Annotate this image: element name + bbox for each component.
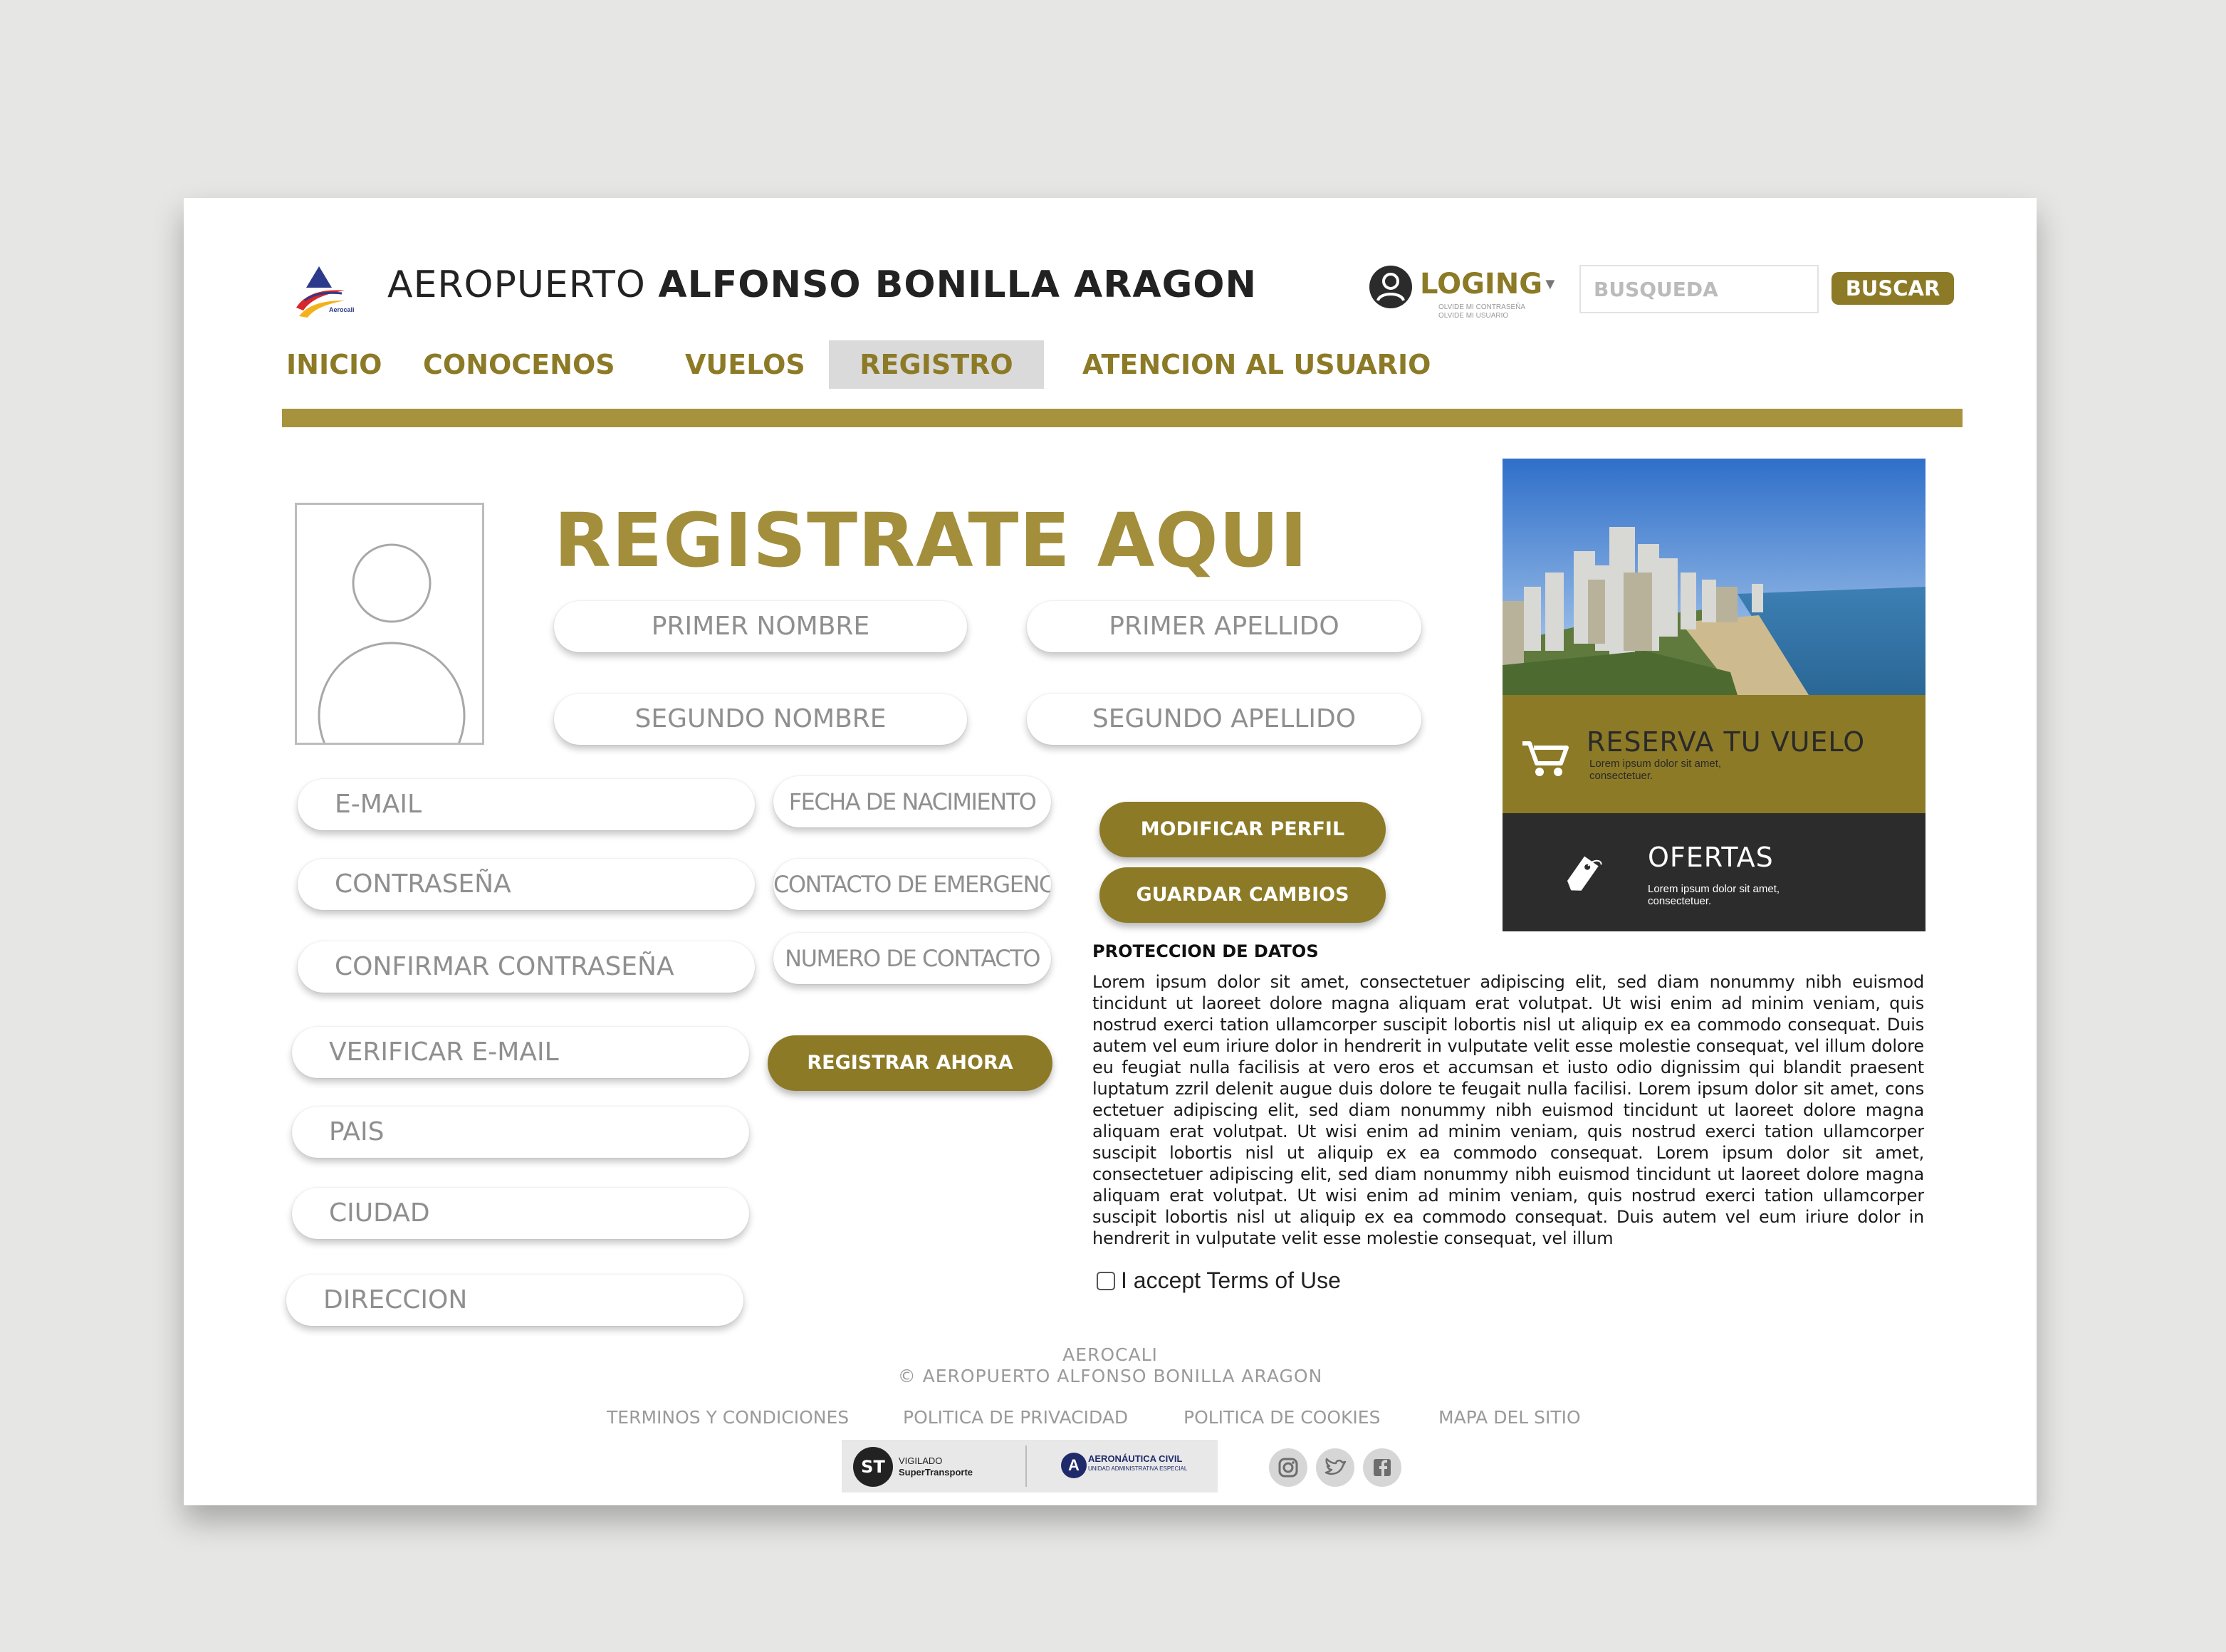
- registrar-ahora-button[interactable]: REGISTRAR AHORA: [768, 1035, 1052, 1091]
- reserva-vuelo-text: Lorem ipsum dolor sit amet, consectetuer…: [1589, 758, 1721, 782]
- aeronautica-line-2: UNIDAD ADMINISTRATIVA ESPECIAL: [1088, 1465, 1188, 1472]
- guardar-cambios-button[interactable]: GUARDAR CAMBIOS: [1099, 867, 1386, 923]
- login-recovery-links[interactable]: OLVIDE MI CONTRASEÑA OLVIDE MI USUARIO: [1438, 303, 1525, 320]
- forgot-user-link[interactable]: OLVIDE MI USUARIO: [1438, 312, 1525, 320]
- primer-nombre-input[interactable]: PRIMER NOMBRE: [554, 601, 967, 652]
- site-title-bold: ALFONSO BONILLA ARAGON: [658, 263, 1257, 306]
- ofertas-text: Lorem ipsum dolor sit amet, consectetuer…: [1648, 883, 1780, 907]
- avatar-placeholder-icon: [318, 543, 466, 743]
- segundo-apellido-input[interactable]: SEGUNDO APELLIDO: [1027, 694, 1421, 745]
- nav-conocenos[interactable]: CONOCENOS: [423, 340, 615, 389]
- data-protection-text: Lorem ipsum dolor sit amet, consectetuer…: [1092, 972, 1924, 1248]
- site-title: AEROPUERTO ALFONSO BONILLA ARAGON: [387, 263, 1257, 306]
- numero-contacto-input[interactable]: NUMERO DE CONTACTO: [773, 933, 1051, 984]
- nav-atencion-usuario[interactable]: ATENCION AL USUARIO: [1082, 340, 1431, 389]
- avatar-upload[interactable]: [295, 503, 484, 745]
- login-link[interactable]: LOGING: [1420, 268, 1542, 300]
- supertransporte-line-1: VIGILADO: [899, 1455, 943, 1466]
- modificar-perfil-button[interactable]: MODIFICAR PERFIL: [1099, 802, 1386, 857]
- pais-input[interactable]: PAIS: [292, 1107, 749, 1158]
- user-icon[interactable]: [1369, 265, 1413, 309]
- ofertas-title: OFERTAS: [1648, 842, 1774, 873]
- city-photo: [1503, 459, 1925, 695]
- footer-link-privacidad[interactable]: POLITICA DE PRIVACIDAD: [903, 1407, 1128, 1428]
- supertransporte-text: VIGILADO SuperTransporte: [899, 1455, 973, 1478]
- nav-registro[interactable]: REGISTRO: [829, 340, 1044, 389]
- email-input[interactable]: E-MAIL: [298, 779, 755, 830]
- footer-link-mapa[interactable]: MAPA DEL SITIO: [1438, 1407, 1581, 1428]
- header-divider: [282, 409, 1963, 427]
- aeronautica-logo-icon: A: [1061, 1453, 1087, 1478]
- facebook-icon[interactable]: [1363, 1448, 1401, 1487]
- forgot-password-link[interactable]: OLVIDE MI CONTRASEÑA: [1438, 303, 1525, 312]
- footer-link-terminos[interactable]: TERMINOS Y CONDICIONES: [607, 1407, 849, 1428]
- reserva-vuelo-title: RESERVA TU VUELO: [1587, 726, 1866, 758]
- page-window: Aerocali AEROPUERTO ALFONSO BONILLA ARAG…: [184, 198, 2037, 1505]
- segundo-nombre-input[interactable]: SEGUNDO NOMBRE: [554, 694, 967, 745]
- footer-copyright: © AEROPUERTO ALFONSO BONILLA ARAGON: [897, 1366, 1323, 1386]
- cart-icon: [1521, 739, 1571, 781]
- password-input[interactable]: CONTRASEÑA: [298, 859, 755, 910]
- reserva-vuelo-line-1: Lorem ipsum dolor sit amet,: [1589, 758, 1722, 770]
- ofertas-line-2: consectetuer.: [1648, 895, 1712, 907]
- contacto-emergencia-input[interactable]: CONTACTO DE EMERGENCIA: [773, 859, 1051, 910]
- caret-down-icon[interactable]: ▼: [1542, 275, 1558, 293]
- nav-inicio[interactable]: INICIO: [286, 340, 382, 389]
- reserva-vuelo-line-2: consectetuer.: [1589, 770, 1653, 782]
- logo-text: Aerocali: [329, 306, 355, 313]
- terms-checkbox[interactable]: [1097, 1272, 1115, 1290]
- nav-vuelos[interactable]: VUELOS: [685, 340, 805, 389]
- verify-email-input[interactable]: VERIFICAR E-MAIL: [292, 1027, 749, 1078]
- primer-apellido-input[interactable]: PRIMER APELLIDO: [1027, 601, 1421, 652]
- footer-badges: ST VIGILADO SuperTransporte A AERONÁUTIC…: [842, 1440, 1218, 1492]
- supertransporte-logo-icon: ST: [853, 1447, 893, 1487]
- direccion-input[interactable]: DIRECCION: [286, 1275, 743, 1326]
- site-title-light: AEROPUERTO: [387, 263, 646, 306]
- tag-icon: [1562, 849, 1605, 899]
- footer-brand: AEROCALI: [1062, 1344, 1158, 1365]
- data-protection-title: PROTECCION DE DATOS: [1092, 941, 1319, 961]
- ofertas-panel[interactable]: OFERTAS Lorem ipsum dolor sit amet, cons…: [1503, 813, 1925, 931]
- badge-divider: [1025, 1446, 1027, 1487]
- ofertas-line-1: Lorem ipsum dolor sit amet,: [1648, 883, 1780, 895]
- ciudad-input[interactable]: CIUDAD: [292, 1188, 749, 1239]
- search-button[interactable]: BUSCAR: [1832, 272, 1954, 305]
- aeronautica-text: AERONÁUTICA CIVIL UNIDAD ADMINISTRATIVA …: [1088, 1454, 1187, 1474]
- supertransporte-line-2: SuperTransporte: [899, 1467, 973, 1478]
- page-title: REGISTRATE AQUI: [554, 497, 1308, 584]
- aeronautica-line-1: AERONÁUTICA CIVIL: [1088, 1453, 1183, 1464]
- reserva-vuelo-panel[interactable]: RESERVA TU VUELO Lorem ipsum dolor sit a…: [1503, 695, 1925, 813]
- instagram-icon[interactable]: [1269, 1448, 1307, 1487]
- confirm-password-input[interactable]: CONFIRMAR CONTRASEÑA: [298, 941, 755, 993]
- terms-label[interactable]: I accept Terms of Use: [1121, 1267, 1341, 1294]
- twitter-icon[interactable]: [1316, 1448, 1354, 1487]
- fecha-nacimiento-input[interactable]: FECHA DE NACIMIENTO: [773, 776, 1051, 827]
- search-input[interactable]: BUSQUEDA: [1579, 265, 1819, 313]
- aerocali-logo-icon[interactable]: Aerocali: [292, 263, 355, 322]
- footer-link-cookies[interactable]: POLITICA DE COOKIES: [1183, 1407, 1380, 1428]
